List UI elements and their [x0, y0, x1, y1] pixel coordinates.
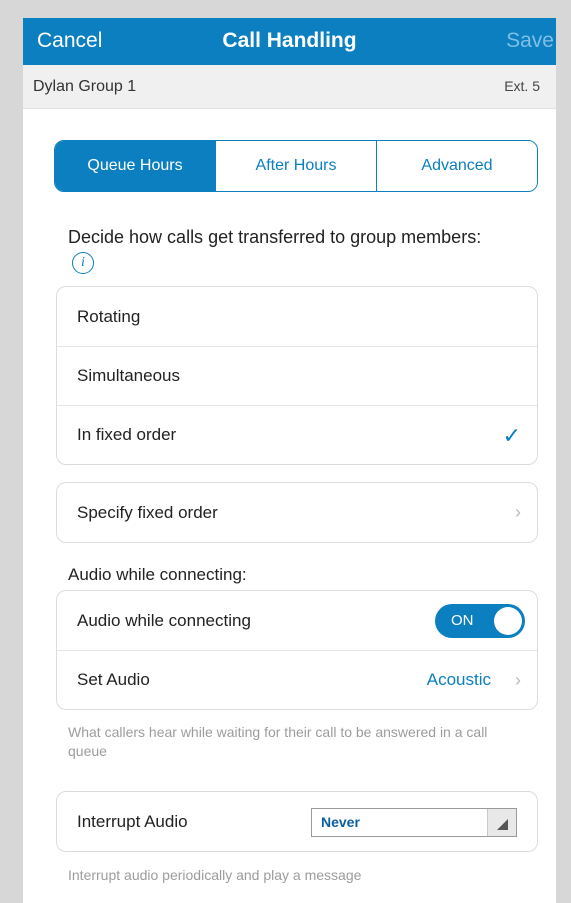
interrupt-audio-row: Interrupt Audio Never: [57, 792, 537, 851]
chevron-right-icon: ›: [515, 670, 521, 690]
group-info-bar: Dylan Group 1 Ext. 5: [23, 65, 556, 109]
interrupt-audio-select[interactable]: Never: [311, 808, 517, 837]
fixed-order-card: Specify fixed order ›: [56, 482, 538, 543]
app-screen: Cancel Call Handling Save Dylan Group 1 …: [23, 18, 556, 903]
page-title: Call Handling: [222, 29, 357, 52]
option-fixed-order[interactable]: In fixed order ✓: [57, 405, 537, 464]
interrupt-audio-card: Interrupt Audio Never: [56, 791, 538, 852]
group-name: Dylan Group 1: [33, 78, 137, 95]
segmented-tabs: Queue Hours After Hours Advanced: [54, 140, 538, 192]
option-label: In fixed order: [77, 425, 177, 444]
select-value: Never: [321, 814, 360, 830]
checkmark-icon: ✓: [502, 423, 521, 448]
toggle-knob: [494, 607, 522, 635]
audio-help-text: What callers hear while waiting for thei…: [68, 724, 488, 759]
toggle-state-label: ON: [451, 612, 474, 629]
nav-header: Cancel Call Handling Save: [23, 18, 556, 65]
audio-toggle-label: Audio while connecting: [77, 610, 251, 630]
interrupt-help-text: Interrupt audio periodically and play a …: [68, 867, 362, 883]
tab-after-hours[interactable]: After Hours: [215, 141, 376, 191]
option-simultaneous[interactable]: Simultaneous: [57, 346, 537, 405]
transfer-description: Decide how calls get transferred to grou…: [68, 225, 508, 275]
dropdown-arrow-icon: [487, 809, 516, 836]
tab-advanced[interactable]: Advanced: [376, 141, 537, 191]
set-audio-row[interactable]: Set Audio Acoustic ›: [57, 650, 537, 709]
option-rotating[interactable]: Rotating: [57, 287, 537, 346]
extension-label: Ext. 5: [504, 78, 540, 94]
device-frame: Cancel Call Handling Save Dylan Group 1 …: [0, 0, 571, 903]
transfer-options-list: Rotating Simultaneous In fixed order ✓: [56, 286, 538, 465]
option-label: Simultaneous: [77, 366, 181, 385]
chevron-right-icon: ›: [515, 502, 521, 522]
audio-section-label: Audio while connecting:: [68, 565, 247, 584]
interrupt-audio-label: Interrupt Audio: [77, 811, 188, 831]
specify-fixed-order-row[interactable]: Specify fixed order ›: [57, 483, 537, 542]
transfer-description-text: Decide how calls get transferred to grou…: [68, 227, 482, 247]
save-button[interactable]: Save: [506, 29, 554, 53]
set-audio-value: Acoustic: [426, 670, 491, 689]
audio-toggle-row: Audio while connecting ON: [57, 591, 537, 650]
tab-queue-hours[interactable]: Queue Hours: [55, 141, 215, 191]
set-audio-label: Set Audio: [77, 670, 150, 689]
option-label: Rotating: [77, 306, 141, 326]
audio-settings-card: Audio while connecting ON Set Audio Acou…: [56, 590, 538, 710]
audio-toggle-switch[interactable]: ON: [435, 604, 525, 638]
info-icon[interactable]: i: [72, 252, 94, 275]
specify-fixed-order-label: Specify fixed order: [77, 502, 218, 522]
